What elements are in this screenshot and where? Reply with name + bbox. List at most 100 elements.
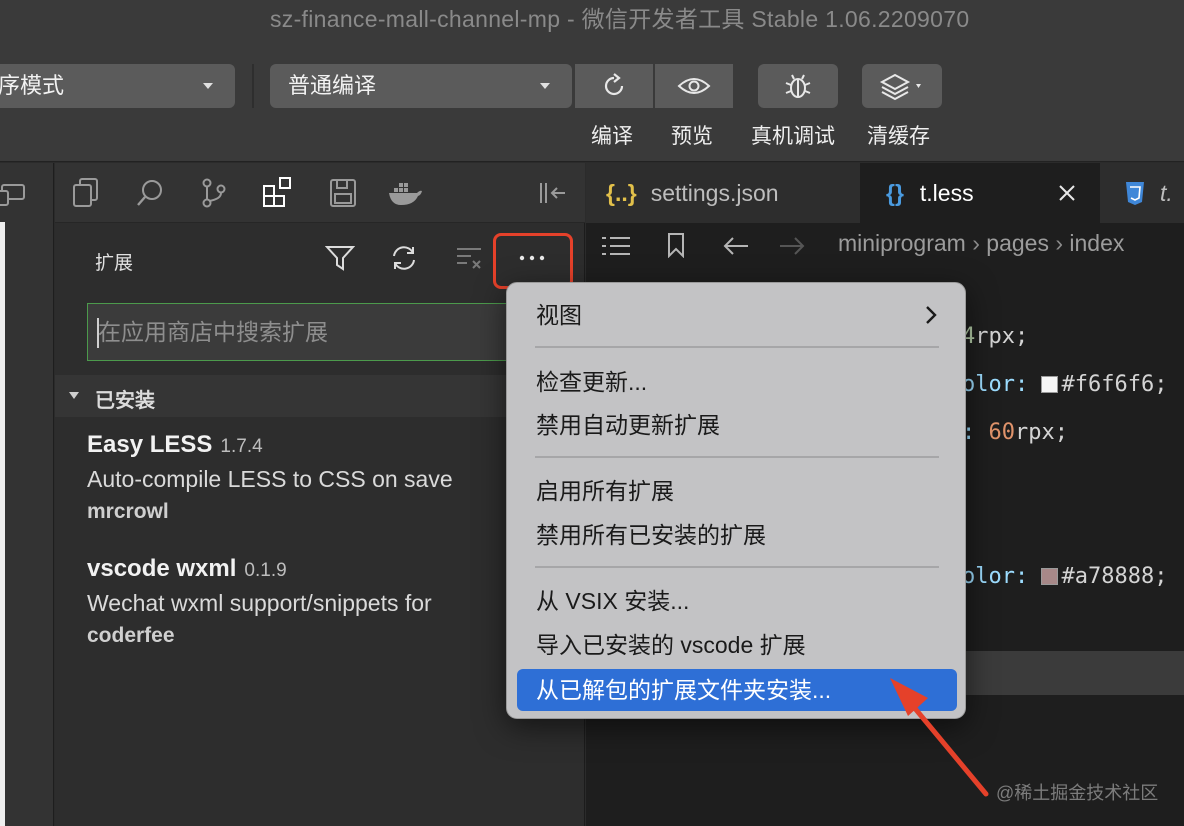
breadcrumb-item[interactable]: miniprogram [838, 230, 966, 256]
extension-name: Easy LESS [87, 431, 213, 458]
compile-select-caret-icon [540, 83, 550, 89]
extension-name: vscode wxml [87, 555, 237, 582]
clear-cache-button[interactable] [862, 64, 942, 108]
code-line: olor: #a78888; [962, 564, 1167, 589]
bug-icon [785, 74, 811, 98]
outline-list-icon[interactable] [600, 235, 632, 257]
menu-item-label: 视图 [536, 302, 582, 328]
extension-description: Auto-compile LESS to CSS on save [87, 466, 453, 492]
extension-item-easy-less[interactable]: Easy LESS 1.7.4 Auto-compile LESS to CSS … [87, 431, 567, 524]
extension-version: 0.1.9 [244, 560, 287, 581]
menu-item-view[interactable]: 视图 [517, 295, 957, 335]
filter-icon[interactable] [324, 241, 356, 275]
app-window: sz-finance-mall-channel-mp - 微信开发者工具 Sta… [0, 0, 1184, 826]
title-bar: sz-finance-mall-channel-mp - 微信开发者工具 Sta… [0, 0, 1184, 40]
breadcrumb-item[interactable]: index [1069, 230, 1124, 256]
menu-separator [535, 346, 939, 348]
layers-icon [879, 73, 921, 101]
window-title: sz-finance-mall-channel-mp - 微信开发者工具 Sta… [270, 6, 970, 32]
remote-debug-label: 真机调试 [751, 125, 835, 148]
source-control-icon[interactable] [196, 175, 232, 211]
json-file-icon: {..} [606, 179, 637, 206]
arrow-left-icon[interactable] [722, 235, 750, 257]
toolbar: 序模式 普通编译 编译 预览 真机调试 清缓存 [0, 40, 1184, 162]
extensions-title: 扩展 [95, 253, 134, 274]
bookmark-icon[interactable] [666, 232, 686, 258]
extension-title-row: vscode wxml 0.1.9 [87, 555, 567, 583]
chevron-down-icon [69, 392, 79, 399]
menu-item-import-vscode-extensions[interactable]: 导入已安装的 vscode 扩展 [517, 625, 957, 665]
code-unit: rpx; [1015, 420, 1068, 445]
tab-t-less[interactable]: {} t.less [860, 163, 1100, 223]
code-value: #a78888; [1061, 564, 1168, 589]
simulator-icon[interactable] [0, 177, 30, 211]
color-swatch[interactable] [1041, 568, 1059, 585]
menu-item-label: 导入已安装的 vscode 扩展 [536, 632, 806, 658]
editor-breadcrumb-bar: miniprogram › pages › index [586, 223, 1184, 267]
chevron-right-icon [926, 306, 937, 324]
tab-settings-json[interactable]: {..} settings.json [586, 163, 858, 223]
compile-label: 编译 [591, 125, 633, 148]
extensions-icon[interactable] [260, 175, 296, 211]
compile-select[interactable]: 普通编译 [270, 64, 572, 108]
docker-icon[interactable] [387, 175, 423, 211]
menu-separator [535, 566, 939, 568]
preview-button[interactable] [655, 64, 733, 108]
storage-icon[interactable] [325, 175, 361, 211]
menu-item-install-vsix[interactable]: 从 VSIX 安装... [517, 581, 957, 621]
chevron-right-icon: › [1055, 230, 1070, 256]
eye-icon [677, 78, 711, 94]
remote-debug-button[interactable] [758, 64, 838, 108]
menu-item-label: 从 VSIX 安装... [536, 588, 690, 614]
tab-label: t. [1160, 179, 1173, 206]
code-unit: rpx; [975, 324, 1029, 349]
more-actions-context-menu: 视图 检查更新... 禁用自动更新扩展 启用所有扩展 禁用所有已安装的扩展 从 … [506, 282, 966, 719]
extension-item-vscode-wxml[interactable]: vscode wxml 0.1.9 Wechat wxml support/sni… [87, 555, 567, 648]
refresh-extensions-icon[interactable] [388, 241, 420, 275]
menu-item-disable-all-installed[interactable]: 禁用所有已安装的扩展 [517, 515, 957, 555]
mode-select-value: 序模式 [0, 73, 65, 98]
extension-description: Wechat wxml support/snippets for [87, 590, 432, 616]
code-line: olor: #f6f6f6; [962, 372, 1167, 397]
arrow-right-icon[interactable] [778, 235, 806, 257]
breadcrumb: miniprogram › pages › index [838, 230, 1124, 257]
extension-title-row: Easy LESS 1.7.4 [87, 431, 567, 459]
menu-item-check-updates[interactable]: 检查更新... [517, 362, 957, 402]
mode-select[interactable]: 序模式 [0, 64, 235, 108]
highlight-box [493, 233, 573, 289]
preview-label: 预览 [671, 125, 713, 148]
code-line: : 60rpx; [962, 420, 1068, 445]
code-line: 4rpx; [962, 324, 1028, 349]
menu-item-disable-auto-update[interactable]: 禁用自动更新扩展 [517, 405, 957, 445]
compile-select-value: 普通编译 [288, 73, 377, 98]
simulator-panel-edge [0, 222, 5, 826]
refresh-icon [604, 73, 624, 96]
collapse-sidebar-icon[interactable] [535, 175, 571, 211]
compile-button[interactable] [575, 64, 653, 108]
tab-t-css[interactable]: t. [1102, 163, 1184, 223]
extension-author: coderfee [87, 624, 175, 647]
code-value: #f6f6f6; [1061, 372, 1168, 397]
tab-label: t.less [919, 179, 974, 206]
toolbar-divider [252, 64, 254, 108]
breadcrumb-item[interactable]: pages [986, 230, 1049, 256]
explorer-icon[interactable] [68, 175, 104, 211]
search-icon[interactable] [132, 175, 168, 211]
editor-tabs: {..} settings.json {} t.less t. [586, 163, 1184, 223]
less-file-icon: {} [886, 179, 904, 206]
annotation-arrow-icon [890, 678, 989, 797]
extension-author: mrcrowl [87, 500, 169, 523]
menu-separator [535, 456, 939, 458]
mode-select-caret-icon [203, 83, 213, 89]
tab-label: settings.json [650, 179, 779, 206]
menu-item-label: 禁用自动更新扩展 [536, 412, 720, 438]
installed-section-label: 已安装 [95, 390, 155, 412]
clear-search-icon[interactable] [453, 241, 485, 275]
color-swatch[interactable] [1041, 376, 1059, 393]
menu-item-label: 启用所有扩展 [536, 478, 674, 504]
code-number: 60 [988, 420, 1016, 445]
close-icon[interactable] [1058, 184, 1076, 202]
menu-item-label: 检查更新... [536, 369, 648, 395]
code-property: olor: [962, 372, 1042, 397]
menu-item-enable-all[interactable]: 启用所有扩展 [517, 471, 957, 511]
